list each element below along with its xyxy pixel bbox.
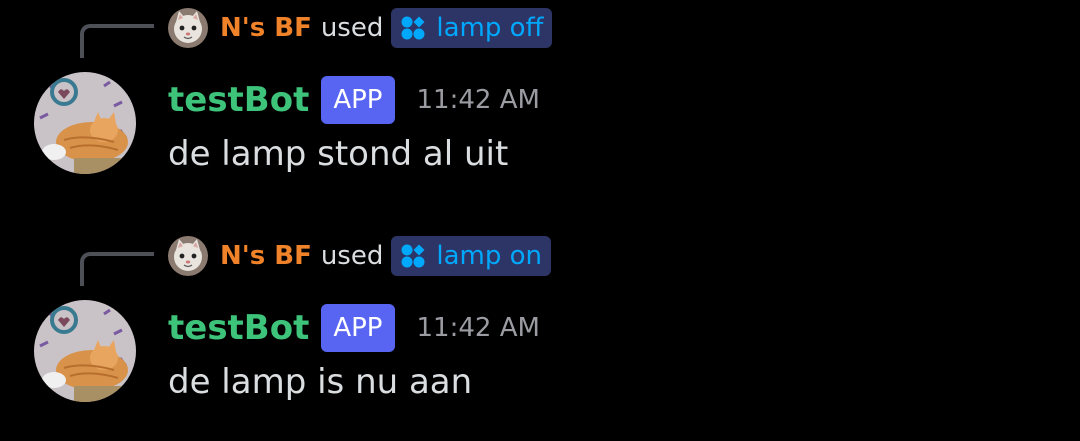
- message-header: testBot APP 11:42 AM: [168, 302, 540, 354]
- chat-message-list: N's BF used lamp off testBot APP 11:42 A…: [0, 0, 1080, 441]
- bot-avatar[interactable]: [34, 300, 136, 402]
- bot-message: N's BF used lamp off testBot APP 11:42 A…: [0, 0, 1080, 200]
- command-user-name[interactable]: N's BF: [220, 13, 312, 43]
- message-content: de lamp is nu aan: [168, 362, 473, 402]
- command-name[interactable]: lamp off: [436, 13, 543, 43]
- command-user-name[interactable]: N's BF: [220, 241, 312, 271]
- slash-command-icon: [401, 244, 425, 268]
- cat-avatar-icon[interactable]: [168, 236, 208, 276]
- used-label: used: [320, 241, 384, 271]
- app-badge: APP: [321, 76, 395, 124]
- slash-command-icon: [401, 16, 425, 40]
- bot-avatar[interactable]: [34, 72, 136, 174]
- message-header: testBot APP 11:42 AM: [168, 74, 540, 126]
- message-timestamp: 11:42 AM: [416, 313, 540, 343]
- cat-avatar-icon: [34, 72, 136, 174]
- cat-avatar-icon: [34, 300, 136, 402]
- bot-username[interactable]: testBot: [168, 308, 309, 348]
- interaction-header[interactable]: N's BF used lamp off: [168, 6, 553, 50]
- used-label: used: [320, 13, 384, 43]
- bot-username[interactable]: testBot: [168, 80, 309, 120]
- interaction-header[interactable]: N's BF used lamp on: [168, 234, 551, 278]
- app-badge: APP: [321, 304, 395, 352]
- command-chip[interactable]: lamp off: [391, 8, 553, 48]
- command-chip[interactable]: lamp on: [391, 236, 551, 276]
- bot-message: N's BF used lamp on testBot APP 11:42 AM…: [0, 228, 1080, 428]
- reply-connector: [80, 252, 154, 286]
- command-name[interactable]: lamp on: [436, 241, 542, 271]
- message-content: de lamp stond al uit: [168, 134, 509, 174]
- reply-connector: [80, 24, 154, 58]
- cat-avatar-icon[interactable]: [168, 8, 208, 48]
- message-timestamp: 11:42 AM: [416, 85, 540, 115]
